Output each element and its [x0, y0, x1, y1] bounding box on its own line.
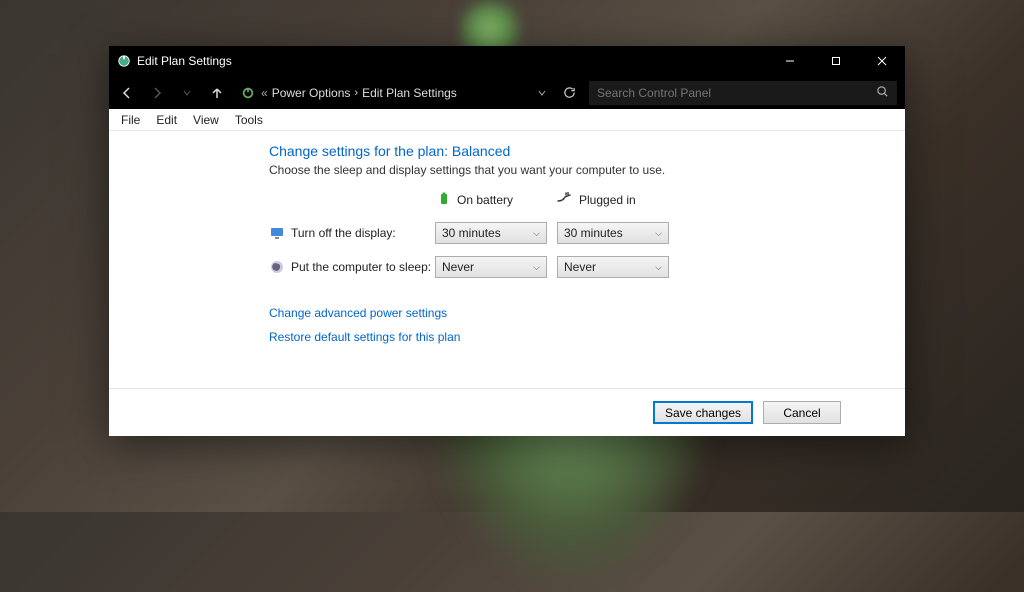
power-plan-icon	[239, 84, 257, 102]
save-button-label: Save changes	[665, 406, 741, 420]
window: Edit Plan Settings « Power	[109, 46, 905, 436]
column-plugged-label: Plugged in	[579, 193, 636, 207]
window-title: Edit Plan Settings	[137, 54, 232, 68]
sleep-battery-dropdown[interactable]: Never ⌵	[435, 256, 547, 278]
navbar: « Power Options › Edit Plan Settings	[109, 76, 905, 109]
display-plugged-value: 30 minutes	[564, 226, 623, 240]
breadcrumb-prefix: «	[261, 86, 268, 100]
back-button[interactable]	[113, 79, 141, 107]
sleep-plugged-value: Never	[564, 260, 596, 274]
cancel-button-label: Cancel	[783, 406, 820, 420]
row-sleep: Put the computer to sleep: Never ⌵ Never…	[269, 256, 905, 278]
breadcrumb-level1[interactable]: Power Options	[272, 86, 351, 100]
chevron-down-icon: ⌵	[533, 262, 540, 273]
content-area: Change settings for the plan: Balanced C…	[109, 131, 905, 388]
display-battery-dropdown[interactable]: 30 minutes ⌵	[435, 222, 547, 244]
chevron-down-icon: ⌵	[655, 228, 662, 239]
chevron-down-icon: ⌵	[533, 228, 540, 239]
search-box[interactable]	[589, 81, 897, 105]
column-battery: On battery	[437, 191, 557, 208]
battery-icon	[437, 191, 451, 208]
chevron-right-icon: ›	[354, 87, 358, 99]
row-sleep-label: Put the computer to sleep:	[291, 260, 435, 274]
search-icon	[876, 85, 889, 101]
menu-file[interactable]: File	[113, 113, 148, 127]
save-button[interactable]: Save changes	[653, 401, 753, 424]
menu-tools[interactable]: Tools	[227, 113, 271, 127]
address-dropdown[interactable]	[531, 82, 553, 104]
display-icon	[269, 225, 285, 241]
menubar: File Edit View Tools	[109, 109, 905, 131]
row-display: Turn off the display: 30 minutes ⌵ 30 mi…	[269, 222, 905, 244]
restore-defaults-link[interactable]: Restore default settings for this plan	[269, 330, 905, 344]
forward-button[interactable]	[143, 79, 171, 107]
maximize-button[interactable]	[813, 46, 859, 76]
chevron-down-icon: ⌵	[655, 262, 662, 273]
cancel-button[interactable]: Cancel	[763, 401, 841, 424]
advanced-settings-link[interactable]: Change advanced power settings	[269, 306, 905, 320]
up-button[interactable]	[203, 79, 231, 107]
recent-dropdown[interactable]	[173, 79, 201, 107]
sleep-icon	[269, 259, 285, 275]
column-battery-label: On battery	[457, 193, 513, 207]
page-heading: Change settings for the plan: Balanced	[269, 143, 905, 159]
page-subheading: Choose the sleep and display settings th…	[269, 163, 905, 177]
titlebar: Edit Plan Settings	[109, 46, 905, 76]
column-headers: On battery Plugged in	[437, 191, 905, 208]
close-button[interactable]	[859, 46, 905, 76]
minimize-button[interactable]	[767, 46, 813, 76]
sleep-plugged-dropdown[interactable]: Never ⌵	[557, 256, 669, 278]
sleep-battery-value: Never	[442, 260, 474, 274]
display-plugged-dropdown[interactable]: 30 minutes ⌵	[557, 222, 669, 244]
address-bar[interactable]: « Power Options › Edit Plan Settings	[233, 81, 553, 105]
display-battery-value: 30 minutes	[442, 226, 501, 240]
refresh-button[interactable]	[555, 79, 583, 107]
menu-view[interactable]: View	[185, 113, 227, 127]
search-input[interactable]	[597, 86, 876, 100]
row-display-label: Turn off the display:	[291, 226, 435, 240]
column-plugged: Plugged in	[557, 191, 677, 208]
plug-icon	[557, 192, 573, 207]
breadcrumb-level2[interactable]: Edit Plan Settings	[362, 86, 457, 100]
menu-edit[interactable]: Edit	[148, 113, 185, 127]
app-icon	[117, 54, 131, 68]
footer: Save changes Cancel	[109, 388, 905, 436]
